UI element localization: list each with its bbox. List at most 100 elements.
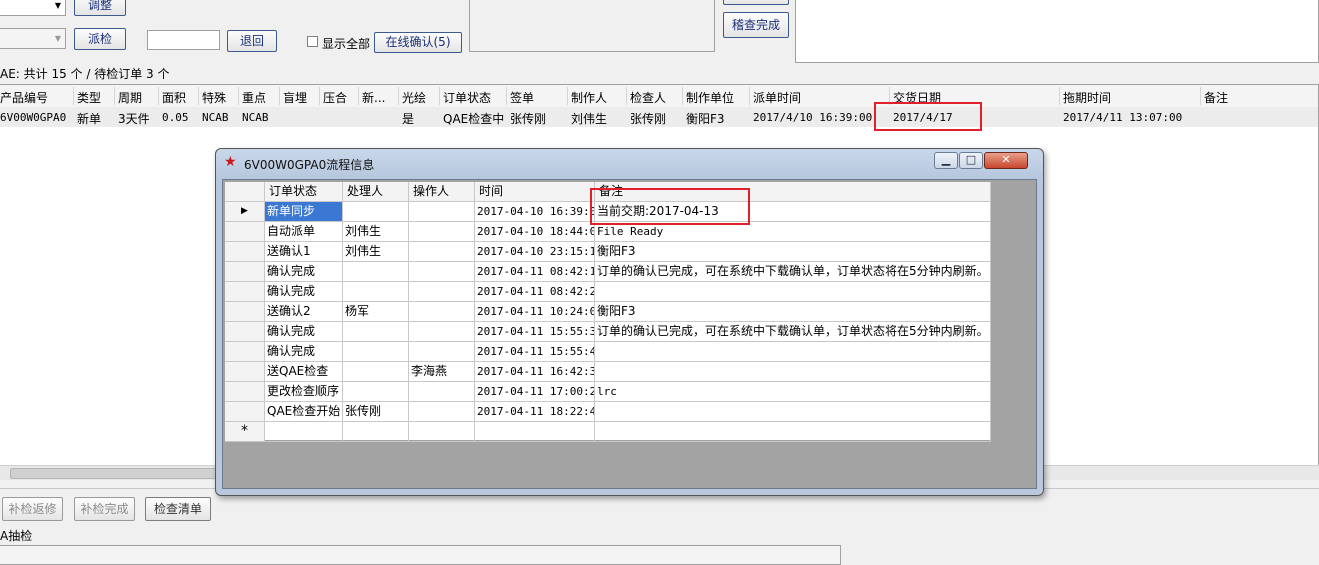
grid-row-header[interactable] <box>225 242 265 262</box>
column-header-maker[interactable]: 制作人 <box>571 89 607 106</box>
grid-cell-status[interactable]: 送确认2 <box>265 302 343 322</box>
grid-header-handler[interactable]: 处理人 <box>343 182 409 202</box>
top-right-button[interactable] <box>723 0 789 5</box>
grid-cell-operator[interactable] <box>409 322 475 342</box>
grid-cell-note[interactable]: File Ready <box>595 222 991 242</box>
grid-cell-note[interactable]: 订单的确认已完成，可在系统中下载确认单，订单状态将在5分钟内刷新。 <box>595 262 991 282</box>
grid-cell-note[interactable] <box>595 422 991 442</box>
grid-cell-handler[interactable]: 杨军 <box>343 302 409 322</box>
grid-cell-time[interactable]: 2017-04-11 08:42:17 <box>475 262 595 282</box>
check-list-button[interactable]: 检查清单 <box>145 497 211 521</box>
grid-row-header[interactable] <box>225 302 265 322</box>
grid-cell-time[interactable]: 2017-04-11 18:22:47 <box>475 402 595 422</box>
maximize-button[interactable]: □ <box>959 152 983 169</box>
grid-cell-note[interactable]: 衡阳F3 <box>595 302 991 322</box>
column-header-special[interactable]: 特殊 <box>202 89 226 106</box>
grid-cell-status[interactable]: 送QAE检查 <box>265 362 343 382</box>
grid-header-operator[interactable]: 操作人 <box>409 182 475 202</box>
grid-cell-note[interactable] <box>595 342 991 362</box>
dispatch-button[interactable]: 派检 <box>74 28 126 50</box>
grid-cell-status[interactable]: 新单同步 <box>265 202 343 222</box>
grid-cell-operator[interactable] <box>409 262 475 282</box>
show-all-checkbox[interactable] <box>307 36 318 47</box>
grid-header-time[interactable]: 时间 <box>475 182 595 202</box>
grid-cell-handler[interactable] <box>343 422 409 442</box>
grid-cell-status[interactable] <box>265 422 343 442</box>
cell-maker-unit[interactable]: 衡阳F3 <box>686 110 725 127</box>
grid-cell-status[interactable]: 送确认1 <box>265 242 343 262</box>
grid-cell-handler[interactable] <box>343 282 409 302</box>
grid-cell-handler[interactable]: 张传刚 <box>343 402 409 422</box>
grid-cell-handler[interactable] <box>343 322 409 342</box>
column-header-type[interactable]: 类型 <box>77 89 101 106</box>
grid-row-header[interactable] <box>225 222 265 242</box>
cell-key[interactable]: NCAB <box>242 111 269 124</box>
grid-cell-note[interactable]: 订单的确认已完成，可在系统中下载确认单，订单状态将在5分钟内刷新。 <box>595 322 991 342</box>
grid-cell-note[interactable] <box>595 282 991 302</box>
grid-row-header[interactable] <box>225 282 265 302</box>
grid-cell-note[interactable]: 衡阳F3 <box>595 242 991 262</box>
grid-header-status[interactable]: 订单状态 <box>265 182 343 202</box>
close-button[interactable]: ✕ <box>984 152 1028 169</box>
grid-cell-operator[interactable] <box>409 222 475 242</box>
column-header-inspector[interactable]: 检查人 <box>630 89 666 106</box>
grid-cell-note[interactable] <box>595 402 991 422</box>
combo-disabled[interactable]: ▼ <box>0 28 66 49</box>
cell-inspector[interactable]: 张传刚 <box>630 110 666 127</box>
grid-cell-operator[interactable] <box>409 282 475 302</box>
grid-cell-note[interactable]: lrc <box>595 382 991 402</box>
return-button[interactable]: 退回 <box>227 30 277 52</box>
cell-type[interactable]: 新单 <box>77 110 101 127</box>
grid-row-header[interactable]: ▶ <box>225 202 265 222</box>
column-header-lamination[interactable]: 压合 <box>323 89 347 106</box>
return-input[interactable] <box>147 30 220 50</box>
grid-cell-time[interactable]: 2017-04-11 15:55:40 <box>475 342 595 362</box>
grid-cell-time[interactable]: 2017-04-11 17:00:29 <box>475 382 595 402</box>
grid-cell-operator[interactable] <box>409 202 475 222</box>
column-header-dispatch-time[interactable]: 派单时间 <box>753 89 801 106</box>
cell-signer[interactable]: 张传刚 <box>510 110 546 127</box>
grid-cell-handler[interactable] <box>343 202 409 222</box>
cell-photoplot[interactable]: 是 <box>402 110 414 127</box>
recheck-done-button[interactable]: 补检完成 <box>74 497 135 521</box>
grid-cell-status[interactable]: 更改检查顺序 <box>265 382 343 402</box>
grid-cell-time[interactable] <box>475 422 595 442</box>
grid-cell-operator[interactable]: 李海燕 <box>409 362 475 382</box>
grid-cell-operator[interactable] <box>409 422 475 442</box>
online-confirm-button[interactable]: 在线确认(5) <box>374 32 462 53</box>
column-header-signer[interactable]: 签单 <box>510 89 534 106</box>
column-header-key[interactable]: 重点 <box>242 89 266 106</box>
grid-row-header[interactable]: * <box>225 422 265 442</box>
column-header-product-code[interactable]: 产品编号 <box>0 89 48 106</box>
grid-row-header[interactable] <box>225 322 265 342</box>
grid-row-header[interactable] <box>225 382 265 402</box>
cell-delay-time[interactable]: 2017/4/11 13:07:00 <box>1063 111 1182 124</box>
grid-cell-handler[interactable] <box>343 262 409 282</box>
column-header-blind-buried[interactable]: 盲埋 <box>283 89 307 106</box>
grid-cell-status[interactable]: QAE检查开始 <box>265 402 343 422</box>
column-header-order-status[interactable]: 订单状态 <box>443 89 491 106</box>
cell-maker[interactable]: 刘伟生 <box>571 110 607 127</box>
cell-product-code[interactable]: 6V00W0GPA0 <box>0 111 66 124</box>
grid-cell-note[interactable] <box>595 362 991 382</box>
grid-cell-operator[interactable] <box>409 342 475 362</box>
recheck-repair-button[interactable]: 补检返修 <box>2 497 63 521</box>
adjust-button[interactable]: 调整 <box>74 0 126 16</box>
column-header-delay-time[interactable]: 拖期时间 <box>1063 89 1111 106</box>
grid-row-header[interactable] <box>225 342 265 362</box>
minimize-button[interactable]: ▁ <box>934 152 958 169</box>
grid-cell-operator[interactable] <box>409 242 475 262</box>
column-header-remark[interactable]: 备注 <box>1204 89 1228 106</box>
cell-area[interactable]: 0.05 <box>162 111 189 124</box>
combo-top[interactable]: ▼ <box>0 0 66 16</box>
grid-cell-handler[interactable]: 刘伟生 <box>343 222 409 242</box>
grid-row-header[interactable] <box>225 262 265 282</box>
grid-cell-handler[interactable] <box>343 382 409 402</box>
grid-cell-time[interactable]: 2017-04-11 15:55:39 <box>475 322 595 342</box>
grid-cell-handler[interactable] <box>343 362 409 382</box>
grid-cell-time[interactable]: 2017-04-11 10:24:08 <box>475 302 595 322</box>
cell-order-status[interactable]: QAE检查中 <box>443 110 504 127</box>
grid-cell-time[interactable]: 2017-04-10 18:44:00 <box>475 222 595 242</box>
grid-cell-operator[interactable] <box>409 402 475 422</box>
grid-cell-status[interactable]: 自动派单 <box>265 222 343 242</box>
